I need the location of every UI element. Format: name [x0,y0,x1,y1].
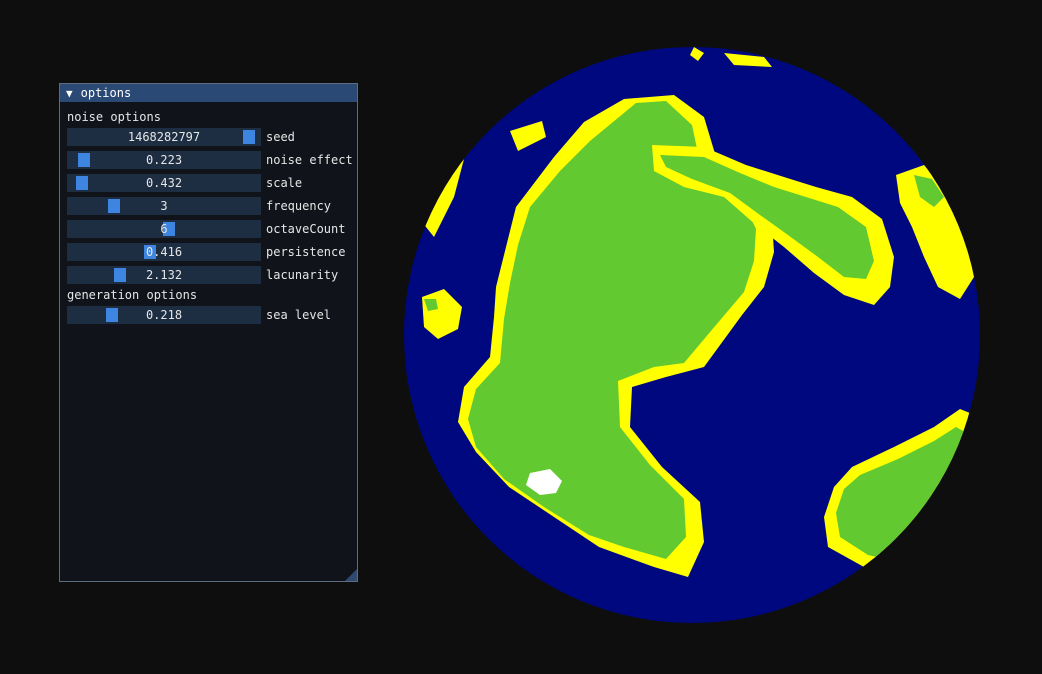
slider-label: scale [266,176,303,190]
noise-options-header: noise options [67,110,161,124]
slider-row-octavecount: 6 octaveCount [67,220,345,238]
window-title: options [80,86,132,100]
noise-effect-slider[interactable]: 0.223 [67,151,261,169]
slider-value: 6 [160,222,168,236]
scale-slider[interactable]: 0.432 [67,174,261,192]
slider-label: lacunarity [266,268,339,282]
slider-label: sea level [266,308,332,322]
slider-label: frequency [266,199,332,213]
slider-value: 1468282797 [127,130,201,144]
slider-row-scale: 0.432 scale [67,174,302,192]
persistence-slider[interactable]: 0.416 [67,243,261,261]
triangle-down-icon[interactable]: ▼ [66,87,73,100]
slider-value: 3 [160,199,168,213]
planet-globe[interactable] [404,47,980,623]
slider-value: 2.132 [145,268,183,282]
slider-label: octaveCount [266,222,346,236]
slider-value: 0.218 [145,308,183,322]
slider-value: 0.223 [145,153,183,167]
slider-label: noise effect [266,153,353,167]
octavecount-slider[interactable]: 6 [67,220,261,238]
sea-level-slider[interactable]: 0.218 [67,306,261,324]
generation-options-header: generation options [67,288,198,302]
seed-slider[interactable]: 1468282797 [67,128,261,146]
options-window: ▼ options noise options 1468282797 seed … [59,83,358,582]
slider-row-persistence: 0.416 persistence [67,243,345,261]
resize-grip[interactable] [345,569,357,581]
slider-row-seed: 1468282797 seed [67,128,295,146]
frequency-slider[interactable]: 3 [67,197,261,215]
slider-value: 0.416 [145,245,183,259]
window-title-bar[interactable]: ▼ options [60,84,357,102]
slider-label: seed [266,130,295,144]
slider-row-lacunarity: 2.132 lacunarity [67,266,338,284]
slider-label: persistence [266,245,346,259]
slider-row-noise-effect: 0.223 noise effect [67,151,353,169]
lacunarity-slider[interactable]: 2.132 [67,266,261,284]
slider-value: 0.432 [145,176,183,190]
slider-row-sea-level: 0.218 sea level [67,306,331,324]
slider-row-frequency: 3 frequency [67,197,331,215]
